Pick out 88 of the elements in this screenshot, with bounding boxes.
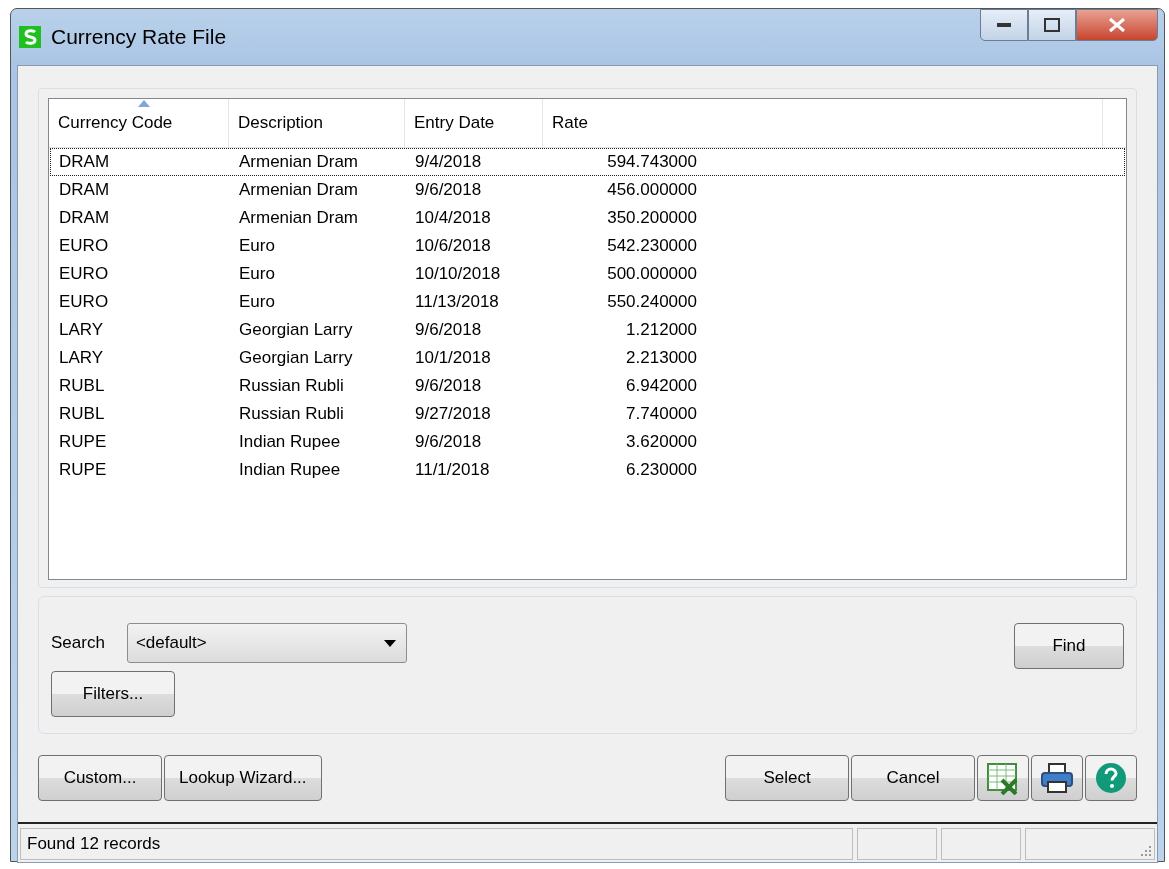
table-cell-text: Armenian Dram xyxy=(238,180,360,200)
search-dropdown[interactable]: <default> xyxy=(126,623,407,663)
icon-button[interactable] xyxy=(1031,755,1083,801)
table-row[interactable]: RUBL Russian Rubli 9/27/2018 7.740000 xyxy=(50,400,1125,428)
table-cell-text: 350.200000 xyxy=(606,208,697,228)
table-row[interactable]: RUPE Indian Rupee 11/1/2018 6.230000 xyxy=(50,456,1125,484)
table-cell-text: DRAM xyxy=(58,180,111,200)
toolbar-button[interactable]: Lookup Wizard... xyxy=(164,755,322,801)
table-cell-text: DRAM xyxy=(58,152,111,172)
maximize-icon xyxy=(1044,18,1060,32)
table-cell-text: Indian Rupee xyxy=(238,432,342,452)
icon-button[interactable] xyxy=(977,755,1029,801)
dialog-button[interactable]: Select xyxy=(725,755,849,801)
table-cell-text: RUPE xyxy=(58,460,108,480)
search-label: Search xyxy=(51,633,105,653)
table-cell-text: Georgian Larry xyxy=(238,320,354,340)
close-icon xyxy=(1108,17,1126,33)
table-cell-text: 550.240000 xyxy=(606,292,697,312)
table-cell-text: 9/6/2018 xyxy=(414,432,483,452)
minimize-button[interactable] xyxy=(980,9,1028,41)
table-row[interactable]: DRAM Armenian Dram 9/4/2018 594.743000 xyxy=(50,148,1125,176)
table-cell-text: 9/6/2018 xyxy=(414,376,483,396)
table-cell-text: Euro xyxy=(238,236,276,256)
table-cell-text: Armenian Dram xyxy=(238,152,360,172)
table-row[interactable]: EURO Euro 10/6/2018 542.230000 xyxy=(50,232,1125,260)
table-cell-text: Armenian Dram xyxy=(238,208,360,228)
table-cell-text: 6.230000 xyxy=(625,460,697,480)
table-cell-text: 7.740000 xyxy=(625,404,697,424)
table-cell-text: Euro xyxy=(238,292,276,312)
table-cell-text: 10/6/2018 xyxy=(414,236,492,256)
table-cell-text: Russian Rubli xyxy=(238,404,345,424)
table-cell-text: 2.213000 xyxy=(625,348,697,368)
table-cell-text: 6.942000 xyxy=(625,376,697,396)
table-cell-text: Georgian Larry xyxy=(238,348,354,368)
table-cell-text: 456.000000 xyxy=(606,180,697,200)
table-row[interactable]: DRAM Armenian Dram 10/4/2018 350.200000 xyxy=(50,204,1125,232)
table-cell-text: 9/27/2018 xyxy=(414,404,492,424)
table-cell-text: 10/4/2018 xyxy=(414,208,492,228)
column-header[interactable]: Rate xyxy=(543,99,1103,147)
printer-icon xyxy=(1040,762,1074,794)
table-cell-text: 11/13/2018 xyxy=(414,292,500,312)
maximize-button[interactable] xyxy=(1028,9,1076,41)
table-cell-text: EURO xyxy=(58,264,110,284)
table-cell-text: Euro xyxy=(238,264,276,284)
table-cell-text: RUBL xyxy=(58,376,106,396)
table-cell-text: LARY xyxy=(58,348,105,368)
table-cell-text: 3.620000 xyxy=(625,432,697,452)
table-row[interactable]: DRAM Armenian Dram 9/6/2018 456.000000 xyxy=(50,176,1125,204)
table-cell-text: LARY xyxy=(58,320,105,340)
table-cell-text: EURO xyxy=(58,236,110,256)
table-cell-text: EURO xyxy=(58,292,110,312)
table-cell-text: Russian Rubli xyxy=(238,376,345,396)
app-logo-icon xyxy=(19,26,41,48)
table-cell-text: RUBL xyxy=(58,404,106,424)
table-cell-text: 9/4/2018 xyxy=(414,152,483,172)
table-row[interactable]: LARY Georgian Larry 10/1/2018 2.213000 xyxy=(50,344,1125,372)
column-header[interactable]: Currency Code xyxy=(49,99,229,147)
table-cell-text: 10/10/2018 xyxy=(414,264,502,284)
find-button[interactable]: Find xyxy=(1014,623,1124,669)
close-button[interactable] xyxy=(1076,9,1158,41)
table-row[interactable]: RUPE Indian Rupee 9/6/2018 3.620000 xyxy=(50,428,1125,456)
minimize-icon xyxy=(997,22,1011,28)
resize-grip-icon xyxy=(1138,843,1152,857)
dropdown-arrow-icon xyxy=(383,639,396,647)
spreadsheet-icon xyxy=(986,761,1020,795)
table-row[interactable]: EURO Euro 10/10/2018 500.000000 xyxy=(50,260,1125,288)
toolbar-button[interactable]: Custom... xyxy=(38,755,162,801)
table-cell-text: 500.000000 xyxy=(606,264,697,284)
table-cell-text: 1.212000 xyxy=(625,320,697,340)
table-cell-text: 9/6/2018 xyxy=(414,180,483,200)
filters-button[interactable]: Filters... xyxy=(51,671,175,717)
column-header[interactable]: Entry Date xyxy=(405,99,543,147)
table-cell-text: 542.230000 xyxy=(606,236,697,256)
dialog-button[interactable]: Cancel xyxy=(851,755,975,801)
table-cell-text: RUPE xyxy=(58,432,108,452)
table-cell-text: 11/1/2018 xyxy=(414,460,491,480)
column-header[interactable]: Description xyxy=(229,99,405,147)
table-row[interactable]: EURO Euro 11/13/2018 550.240000 xyxy=(50,288,1125,316)
table-cell-text: DRAM xyxy=(58,208,111,228)
table-cell-text: 594.743000 xyxy=(606,152,697,172)
table-row[interactable]: RUBL Russian Rubli 9/6/2018 6.942000 xyxy=(50,372,1125,400)
status-text: Found 12 records xyxy=(20,828,853,860)
table-row[interactable]: LARY Georgian Larry 9/6/2018 1.212000 xyxy=(50,316,1125,344)
table-cell-text: 10/1/2018 xyxy=(414,348,492,368)
window-title: Currency Rate File xyxy=(51,25,227,49)
help-icon xyxy=(1094,761,1128,795)
table-cell-text: Indian Rupee xyxy=(238,460,342,480)
table-cell-text: 9/6/2018 xyxy=(414,320,483,340)
